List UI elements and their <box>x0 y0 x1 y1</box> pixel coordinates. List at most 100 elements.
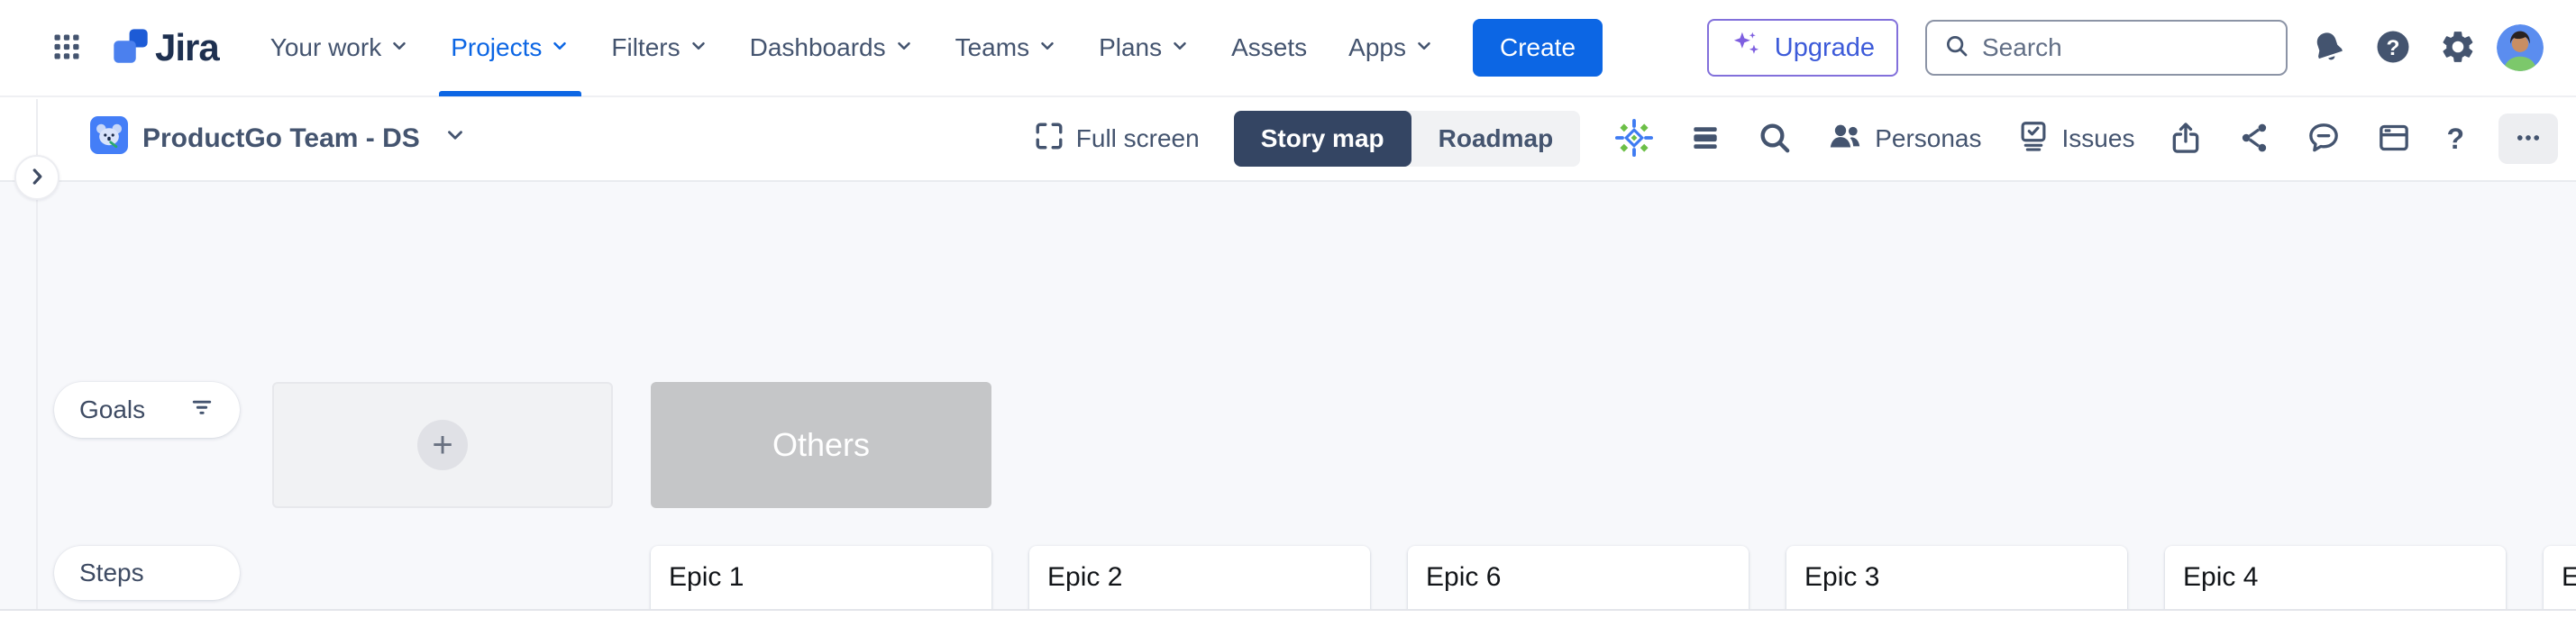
nav-item-plans[interactable]: Plans <box>1078 0 1210 96</box>
issues-button[interactable]: Issues <box>2016 119 2135 159</box>
chevron-down-icon <box>1037 33 1057 62</box>
nav-item-your-work[interactable]: Your work <box>250 0 430 96</box>
chevron-down-icon <box>689 33 708 62</box>
nav-item-label: Projects <box>451 33 542 62</box>
help-button[interactable]: ? <box>2369 23 2417 72</box>
nav-item-label: Your work <box>270 33 381 62</box>
nav-item-label: Filters <box>611 33 680 62</box>
full-screen-label: Full screen <box>1076 124 1200 153</box>
jira-logo[interactable]: Jira <box>110 25 219 71</box>
search-icon <box>1943 32 1970 64</box>
epic-title: Epic 4 <box>2183 562 2258 593</box>
app-switcher-grid-icon <box>50 31 83 66</box>
story-map-board: Goals + Others Steps Epic 1 PGT-1 TO DO <box>0 182 2576 609</box>
fullscreen-icon <box>1034 121 1064 158</box>
plus-icon[interactable]: + <box>417 420 468 470</box>
epic-card[interactable]: Epic 6 PGT-6 TO DO <box>1408 546 1749 618</box>
productgo-story-map-page: Jira Your work Projects Filters Dashboar… <box>0 0 2576 618</box>
nav-item-filters[interactable]: Filters <box>590 0 728 96</box>
epic-title: Epic 1 <box>669 562 744 593</box>
epic-card[interactable]: Epic 3 PGT-3 TO DO <box>1786 546 2127 618</box>
create-button[interactable]: Create <box>1473 19 1603 77</box>
tab-story-map[interactable]: Story map <box>1234 111 1411 167</box>
koala-project-avatar-icon <box>90 116 128 161</box>
search-input[interactable] <box>1982 33 2270 62</box>
toolbar-actions: Full screen Story map Roadmap <box>1034 111 2558 167</box>
ai-starburst-button[interactable] <box>1614 118 1654 160</box>
others-column-header[interactable]: Others <box>651 382 991 508</box>
board-search-button[interactable] <box>1757 120 1793 159</box>
epic-title: Epic 3 <box>1804 562 1879 593</box>
nav-item-label: Assets <box>1231 33 1307 62</box>
bell-icon <box>2310 29 2346 68</box>
chevron-down-icon <box>389 33 409 62</box>
toolbar-help-button[interactable]: ? <box>2446 123 2464 156</box>
personas-button[interactable]: Personas <box>1827 118 1981 160</box>
feedback-bubble-icon <box>2306 145 2342 159</box>
share-button[interactable] <box>2237 121 2271 158</box>
project-name: ProductGo Team - DS <box>142 123 420 154</box>
export-button[interactable] <box>2169 121 2203 158</box>
personas-people-icon <box>1827 118 1863 160</box>
app-switcher-button[interactable] <box>47 28 87 68</box>
jira-logo-text: Jira <box>155 26 219 69</box>
tab-roadmap[interactable]: Roadmap <box>1411 111 1581 167</box>
epic-card[interactable]: Epic 4 PGT-4 TO DO <box>2165 546 2506 618</box>
chevron-right-icon <box>25 165 49 191</box>
goals-row-header[interactable]: Goals <box>54 382 240 438</box>
export-icon <box>2169 144 2203 158</box>
question-mark-icon: ? <box>2446 123 2464 155</box>
goals-label: Goals <box>79 395 145 424</box>
upgrade-label: Upgrade <box>1775 33 1875 63</box>
gear-icon <box>2439 28 2477 68</box>
top-navigation-bar: Jira Your work Projects Filters Dashboar… <box>0 0 2576 97</box>
search-icon <box>1757 145 1793 159</box>
nav-item-apps[interactable]: Apps <box>1328 0 1455 96</box>
epic-card[interactable]: Ep <box>2544 546 2576 618</box>
nav-item-label: Dashboards <box>750 33 886 62</box>
expand-sidebar-button[interactable] <box>14 155 59 200</box>
ai-starburst-icon <box>1614 147 1654 160</box>
primary-nav: Your work Projects Filters Dashboards Te… <box>250 0 1455 96</box>
swimlane-rows-button[interactable] <box>1688 121 1722 158</box>
nav-item-label: Apps <box>1348 33 1406 62</box>
chevron-down-icon <box>894 33 914 62</box>
share-nodes-icon <box>2237 144 2271 158</box>
feedback-button[interactable] <box>2306 120 2342 159</box>
svg-text:?: ? <box>2387 35 2400 59</box>
help-icon: ? <box>2374 28 2412 68</box>
more-options-button[interactable] <box>2498 114 2558 164</box>
chevron-down-icon <box>1170 33 1190 62</box>
card-view-button[interactable] <box>2376 120 2412 159</box>
epic-title: Epic 6 <box>1426 562 1501 593</box>
user-avatar[interactable] <box>2497 24 2544 71</box>
chevron-down-icon <box>1414 33 1434 62</box>
issues-label: Issues <box>2062 124 2135 153</box>
project-toolbar: ProductGo Team - DS Full screen Story ma… <box>0 97 2576 182</box>
nav-item-projects[interactable]: Projects <box>430 0 590 96</box>
epic-card[interactable]: Epic 2 PGT-2 TO DO <box>1029 546 1370 618</box>
personas-label: Personas <box>1875 124 1981 153</box>
issues-checklist-icon <box>2016 119 2051 159</box>
epic-title: Ep <box>2562 562 2576 593</box>
epic-card[interactable]: Epic 1 PGT-1 TO DO <box>651 546 991 618</box>
project-switcher[interactable]: ProductGo Team - DS <box>90 116 467 161</box>
epic-cards-row: Epic 1 PGT-1 TO DO <box>0 546 2576 618</box>
others-label: Others <box>772 426 870 464</box>
chevron-down-icon <box>550 33 570 62</box>
nav-item-dashboards[interactable]: Dashboards <box>729 0 935 96</box>
jira-logo-icon <box>110 25 151 71</box>
view-toggle: Story map Roadmap <box>1234 111 1581 167</box>
swimlane-rows-icon <box>1688 144 1722 158</box>
upgrade-button[interactable]: Upgrade <box>1707 19 1898 77</box>
bottom-scroll-area <box>0 609 2576 618</box>
add-goal-cell[interactable]: + <box>272 382 613 508</box>
ellipsis-icon <box>2513 123 2544 156</box>
nav-item-teams[interactable]: Teams <box>935 0 1078 96</box>
nav-item-label: Teams <box>955 33 1029 62</box>
notifications-button[interactable] <box>2304 23 2352 72</box>
settings-button[interactable] <box>2434 23 2482 72</box>
full-screen-button[interactable]: Full screen <box>1034 121 1200 158</box>
nav-item-assets[interactable]: Assets <box>1210 0 1328 96</box>
filter-icon <box>189 395 215 426</box>
